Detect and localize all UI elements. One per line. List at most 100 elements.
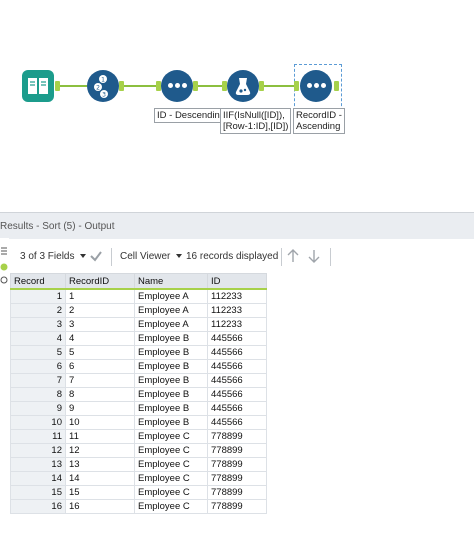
id-cell[interactable]: 445566 <box>207 331 267 346</box>
record-cell[interactable]: 5 <box>10 345 66 360</box>
input-data-tool[interactable] <box>22 70 54 102</box>
recordid-cell[interactable]: 9 <box>65 401 135 416</box>
checkmark-icon[interactable] <box>89 249 103 263</box>
fields-dropdown[interactable]: 3 of 3 Fields <box>20 251 87 262</box>
recordid-cell[interactable]: 15 <box>65 485 135 500</box>
recordid-cell[interactable]: 10 <box>65 415 135 430</box>
name-cell[interactable]: Employee B <box>134 401 208 416</box>
recordid-cell[interactable]: 13 <box>65 457 135 472</box>
data-view-icon[interactable] <box>0 263 8 271</box>
name-cell[interactable]: Employee C <box>134 485 208 500</box>
recordid-cell[interactable]: 14 <box>65 471 135 486</box>
name-cell[interactable]: Employee C <box>134 457 208 472</box>
id-cell[interactable]: 445566 <box>207 359 267 374</box>
input-anchor[interactable] <box>294 81 299 91</box>
record-cell[interactable]: 11 <box>10 429 66 444</box>
name-cell[interactable]: Employee C <box>134 471 208 486</box>
table-row[interactable]: 7 7 Employee B 445566 <box>10 373 267 388</box>
table-row[interactable]: 9 9 Employee B 445566 <box>10 401 267 416</box>
id-cell[interactable]: 778899 <box>207 457 267 472</box>
id-cell[interactable]: 112233 <box>207 288 267 304</box>
record-cell[interactable]: 15 <box>10 485 66 500</box>
table-row[interactable]: 4 4 Employee B 445566 <box>10 331 267 346</box>
recordid-cell[interactable]: 7 <box>65 373 135 388</box>
cell-viewer-dropdown[interactable]: Cell Viewer <box>120 251 183 262</box>
name-cell[interactable]: Employee C <box>134 429 208 444</box>
id-cell[interactable]: 778899 <box>207 429 267 444</box>
workflow-canvas[interactable]: 1 2 3 ID - Descending IIF(IsNull([ID]), … <box>0 0 474 212</box>
name-cell[interactable]: Employee B <box>134 359 208 374</box>
recordid-cell[interactable]: 3 <box>65 317 135 332</box>
connection-line[interactable] <box>124 85 156 87</box>
record-cell[interactable]: 16 <box>10 499 66 514</box>
name-cell[interactable]: Employee B <box>134 415 208 430</box>
multi-row-formula-tool[interactable] <box>227 70 259 102</box>
output-anchor[interactable] <box>334 81 339 91</box>
table-row[interactable]: 8 8 Employee B 445566 <box>10 387 267 402</box>
table-row[interactable]: 13 13 Employee C 778899 <box>10 457 267 472</box>
table-row[interactable]: 11 11 Employee C 778899 <box>10 429 267 444</box>
name-cell[interactable]: Employee A <box>134 303 208 318</box>
record-cell[interactable]: 8 <box>10 387 66 402</box>
record-cell[interactable]: 3 <box>10 317 66 332</box>
table-row[interactable]: 6 6 Employee B 445566 <box>10 359 267 374</box>
id-cell[interactable]: 778899 <box>207 499 267 514</box>
id-cell[interactable]: 112233 <box>207 317 267 332</box>
table-row[interactable]: 16 16 Employee C 778899 <box>10 499 267 514</box>
column-header-record[interactable]: Record <box>10 273 66 290</box>
sort-tool-2[interactable] <box>300 70 332 102</box>
record-id-tool[interactable]: 1 2 3 <box>87 70 119 102</box>
arrow-down-icon[interactable] <box>307 248 321 264</box>
id-cell[interactable]: 778899 <box>207 485 267 500</box>
connection-line[interactable] <box>264 85 294 87</box>
record-cell[interactable]: 7 <box>10 373 66 388</box>
id-cell[interactable]: 445566 <box>207 401 267 416</box>
results-grid[interactable]: Record RecordID Name ID 1 1 Employee A 1122… <box>10 273 267 514</box>
id-cell[interactable]: 445566 <box>207 345 267 360</box>
table-row[interactable]: 10 10 Employee B 445566 <box>10 415 267 430</box>
recordid-cell[interactable]: 2 <box>65 303 135 318</box>
id-cell[interactable]: 778899 <box>207 443 267 458</box>
column-header-name[interactable]: Name <box>134 273 208 290</box>
name-cell[interactable]: Employee B <box>134 387 208 402</box>
name-cell[interactable]: Employee B <box>134 373 208 388</box>
name-cell[interactable]: Employee C <box>134 443 208 458</box>
connection-line[interactable] <box>198 85 222 87</box>
record-cell[interactable]: 14 <box>10 471 66 486</box>
metadata-icon[interactable] <box>0 276 8 284</box>
recordid-cell[interactable]: 5 <box>65 345 135 360</box>
name-cell[interactable]: Employee B <box>134 345 208 360</box>
table-row[interactable]: 1 1 Employee A 112233 <box>10 288 267 304</box>
column-header-recordid[interactable]: RecordID <box>65 273 135 290</box>
record-cell[interactable]: 4 <box>10 331 66 346</box>
id-cell[interactable]: 445566 <box>207 415 267 430</box>
id-cell[interactable]: 445566 <box>207 373 267 388</box>
recordid-cell[interactable]: 16 <box>65 499 135 514</box>
recordid-cell[interactable]: 1 <box>65 288 135 304</box>
name-cell[interactable]: Employee C <box>134 499 208 514</box>
name-cell[interactable]: Employee A <box>134 317 208 332</box>
arrow-up-icon[interactable] <box>286 248 300 264</box>
recordid-cell[interactable]: 8 <box>65 387 135 402</box>
table-row[interactable]: 2 2 Employee A 112233 <box>10 303 267 318</box>
record-cell[interactable]: 9 <box>10 401 66 416</box>
record-cell[interactable]: 6 <box>10 359 66 374</box>
table-row[interactable]: 14 14 Employee C 778899 <box>10 471 267 486</box>
id-cell[interactable]: 778899 <box>207 471 267 486</box>
table-row[interactable]: 5 5 Employee B 445566 <box>10 345 267 360</box>
recordid-cell[interactable]: 11 <box>65 429 135 444</box>
record-cell[interactable]: 10 <box>10 415 66 430</box>
connection-line[interactable] <box>60 85 87 87</box>
sort-tool-1[interactable] <box>161 70 193 102</box>
record-cell[interactable]: 12 <box>10 443 66 458</box>
name-cell[interactable]: Employee A <box>134 288 208 304</box>
recordid-cell[interactable]: 12 <box>65 443 135 458</box>
record-cell[interactable]: 2 <box>10 303 66 318</box>
record-cell[interactable]: 13 <box>10 457 66 472</box>
recordid-cell[interactable]: 4 <box>65 331 135 346</box>
table-row[interactable]: 12 12 Employee C 778899 <box>10 443 267 458</box>
table-row[interactable]: 3 3 Employee A 112233 <box>10 317 267 332</box>
id-cell[interactable]: 445566 <box>207 387 267 402</box>
record-cell[interactable]: 1 <box>10 288 66 304</box>
id-cell[interactable]: 112233 <box>207 303 267 318</box>
